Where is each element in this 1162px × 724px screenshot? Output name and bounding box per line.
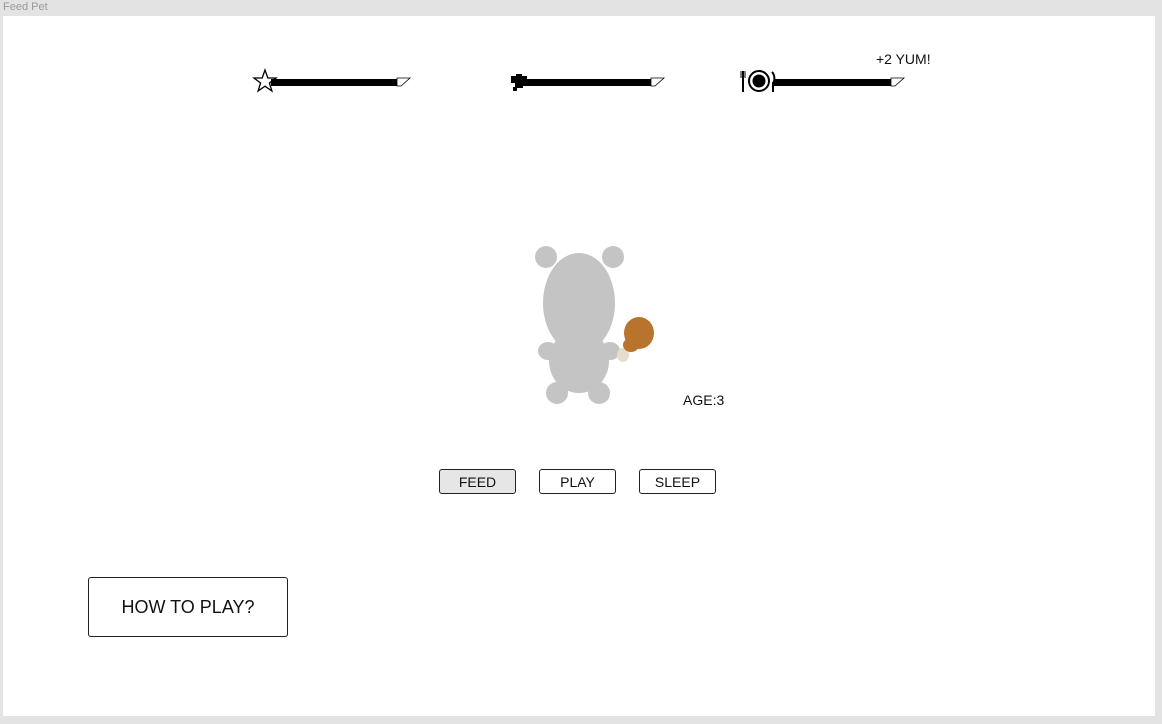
drumstick-icon — [617, 317, 654, 362]
plate-icon — [740, 70, 776, 92]
happiness-stat — [252, 66, 413, 96]
health-bar-tip — [650, 77, 666, 87]
how-to-play-button[interactable]: HOW TO PLAY? — [88, 577, 288, 637]
feed-button[interactable]: FEED — [439, 469, 516, 494]
yum-feedback: +2 YUM! — [876, 51, 931, 67]
window-title: Feed Pet — [3, 1, 48, 13]
happiness-bar-tip — [396, 77, 412, 87]
play-button[interactable]: PLAY — [539, 469, 616, 494]
hunger-bar-tip — [890, 77, 906, 87]
pet-bear[interactable] — [523, 241, 663, 406]
health-stat — [508, 66, 668, 96]
hunger-bar — [774, 79, 893, 86]
game-canvas: +2 YUM! AGE:3 FEED PLAY SLEEP HOW TO PLA… — [3, 16, 1155, 716]
health-bar — [522, 79, 653, 86]
hunger-stat — [740, 66, 910, 96]
sleep-button[interactable]: SLEEP — [639, 469, 716, 494]
age-label: AGE:3 — [683, 392, 725, 408]
happiness-bar — [271, 79, 399, 86]
